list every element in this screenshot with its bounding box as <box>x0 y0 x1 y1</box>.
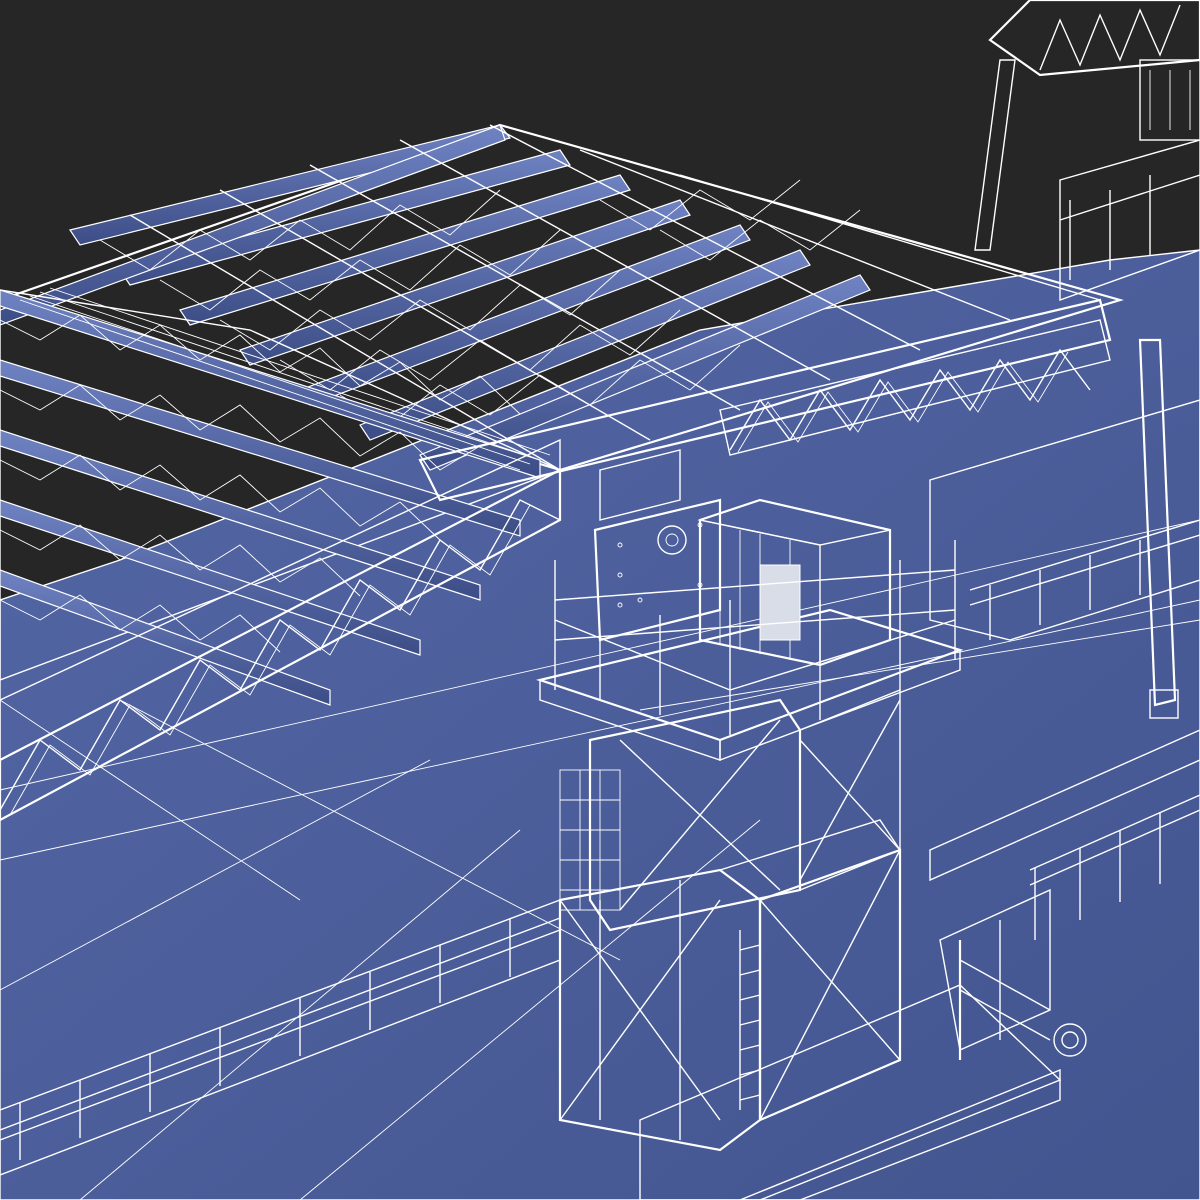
wireframe-render <box>0 0 1200 1200</box>
wireframe-viewport <box>0 0 1200 1200</box>
motor-vent-grille <box>759 564 801 641</box>
